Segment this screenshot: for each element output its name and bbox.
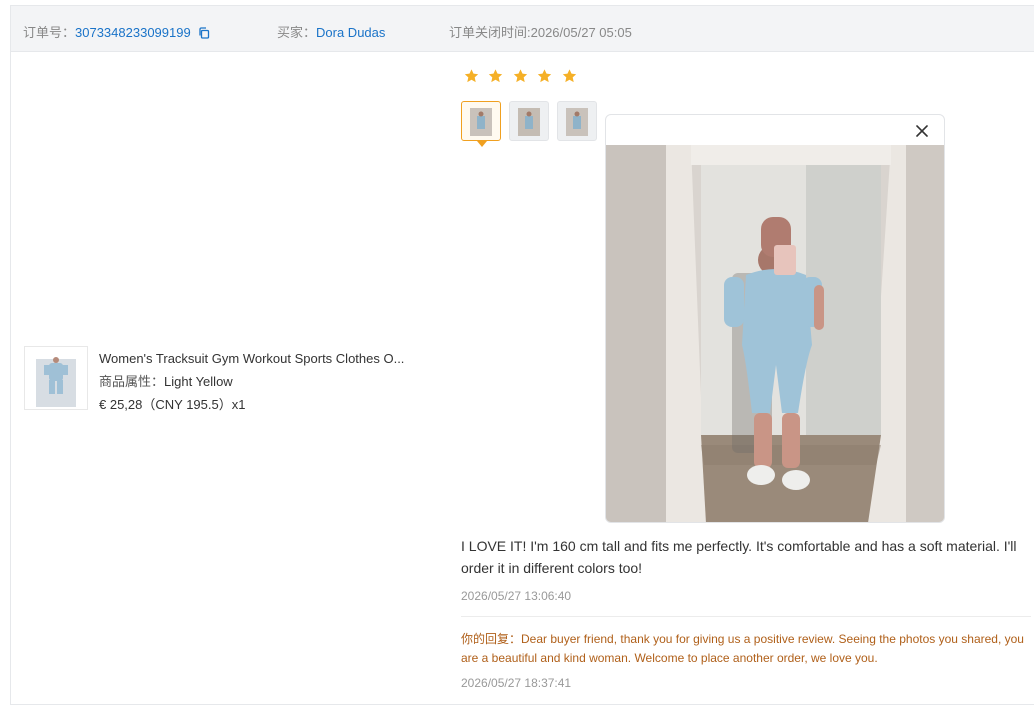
product-title[interactable]: Women's Tracksuit Gym Workout Sports Clo… bbox=[99, 347, 424, 370]
review-photo-thumb-1[interactable] bbox=[461, 101, 501, 147]
buyer-name-link[interactable]: Dora Dudas bbox=[316, 25, 385, 40]
product-info: Women's Tracksuit Gym Workout Sports Clo… bbox=[99, 347, 424, 416]
star-icon bbox=[562, 69, 576, 83]
star-icon bbox=[538, 69, 552, 83]
buyer-group: 买家：Dora Dudas bbox=[277, 22, 385, 41]
seller-reply: 你的回复：Dear buyer friend, thank you for gi… bbox=[461, 630, 1031, 668]
order-number-group: 订单号：3073348233099199 bbox=[23, 22, 210, 42]
review-time: 2026/05/27 13:06:40 bbox=[461, 589, 572, 603]
order-header: 订单号：3073348233099199 买家：Dora Dudas 订单关闭时… bbox=[11, 6, 1034, 52]
reply-time: 2026/05/27 18:37:41 bbox=[461, 676, 572, 690]
order-number-label: 订单号： bbox=[23, 25, 76, 40]
reply-text: Dear buyer friend, thank you for giving … bbox=[461, 632, 1024, 665]
property-label: 商品属性： bbox=[99, 374, 165, 389]
review-photo-thumb-2[interactable] bbox=[509, 101, 549, 141]
review-photo bbox=[606, 145, 944, 522]
reply-label: 你的回复： bbox=[461, 632, 522, 646]
star-icon bbox=[464, 69, 479, 83]
product-thumbnail[interactable] bbox=[24, 346, 88, 410]
property-value: Light Yellow bbox=[164, 374, 233, 389]
close-icon[interactable] bbox=[914, 123, 930, 139]
divider bbox=[461, 616, 1031, 617]
star-icon bbox=[513, 69, 528, 83]
review-text: I LOVE IT! I'm 160 cm tall and fits me p… bbox=[461, 538, 1017, 576]
order-close-time: 订单关闭时间:2026/05/27 05:05 bbox=[449, 25, 632, 40]
review-photo-thumb-3[interactable] bbox=[557, 101, 597, 141]
order-number-link[interactable]: 3073348233099199 bbox=[75, 25, 191, 40]
photo-preview-popup bbox=[605, 114, 945, 523]
order-review-card: 订单号：3073348233099199 买家：Dora Dudas 订单关闭时… bbox=[10, 5, 1034, 705]
product-property: 商品属性：Light Yellow bbox=[99, 370, 424, 393]
buyer-label: 买家： bbox=[277, 25, 317, 40]
active-caret bbox=[477, 141, 487, 147]
product-price: € 25,28（CNY 195.5）x1 bbox=[99, 397, 246, 412]
copy-icon[interactable] bbox=[198, 27, 210, 42]
star-icon bbox=[489, 69, 503, 83]
rating-stars bbox=[463, 68, 581, 89]
